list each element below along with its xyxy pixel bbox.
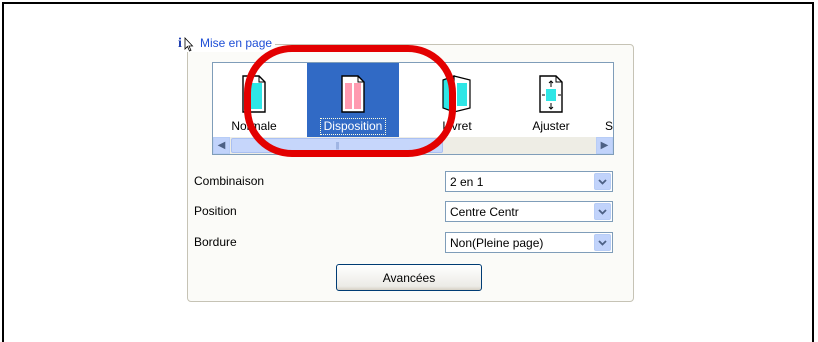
row-bordure: Bordure Non(Pleine page) <box>194 232 614 254</box>
info-cursor-icon: i <box>177 34 199 52</box>
layout-item-label: Disposition <box>319 118 387 135</box>
layout-item-disposition[interactable]: Disposition <box>307 63 399 138</box>
position-select[interactable]: Centre Centr <box>445 201 613 222</box>
booklet-icon <box>442 75 471 113</box>
fit-page-icon <box>539 75 563 113</box>
combinaison-select[interactable]: 2 en 1 <box>445 171 613 192</box>
chevron-down-icon[interactable] <box>594 234 611 251</box>
partial-item-icon <box>594 74 614 114</box>
bordure-select[interactable]: Non(Pleine page) <box>445 232 613 253</box>
layout-item-normale[interactable]: Normale <box>213 63 300 138</box>
page-normal-icon <box>242 75 266 113</box>
layout-item-ajuster[interactable]: Ajuster <box>505 63 597 138</box>
combinaison-value: 2 en 1 <box>450 175 484 189</box>
page-layout-icon <box>341 75 365 113</box>
chevron-down-icon[interactable] <box>594 203 611 220</box>
layout-item-livret[interactable]: Livret <box>411 63 503 138</box>
scroll-thumb[interactable]: ||| <box>231 138 443 153</box>
layout-icon-list[interactable]: Normale Disposition Livret Ajuster S ◀ |… <box>212 62 614 155</box>
svg-text:i: i <box>178 36 182 51</box>
row-combinaison: Combinaison 2 en 1 <box>194 171 614 193</box>
chevron-down-icon[interactable] <box>594 173 611 190</box>
layout-item-label: Ajuster <box>532 119 570 133</box>
advanced-button[interactable]: Avancées <box>336 264 482 291</box>
layout-item-partial[interactable]: S <box>589 63 614 138</box>
scroll-right-button[interactable]: ▶ <box>596 137 613 154</box>
chevron-left-icon: ◀ <box>217 140 226 151</box>
layout-item-label: Livret <box>442 119 472 133</box>
bordure-label: Bordure <box>194 235 237 249</box>
layout-item-label: Normale <box>231 119 277 133</box>
group-title: i Mise en page <box>177 34 276 52</box>
horizontal-scrollbar[interactable]: ◀ ||| ▶ <box>213 137 613 154</box>
chevron-right-icon: ▶ <box>600 140 609 151</box>
group-title-label: Mise en page <box>200 36 273 50</box>
bordure-value: Non(Pleine page) <box>450 236 544 250</box>
row-position: Position Centre Centr <box>194 201 614 223</box>
scroll-left-button[interactable]: ◀ <box>213 137 230 154</box>
position-label: Position <box>194 204 237 218</box>
advanced-button-label: Avancées <box>382 270 436 285</box>
combinaison-label: Combinaison <box>194 174 265 188</box>
layout-item-label: S <box>604 119 613 133</box>
position-value: Centre Centr <box>450 205 519 219</box>
